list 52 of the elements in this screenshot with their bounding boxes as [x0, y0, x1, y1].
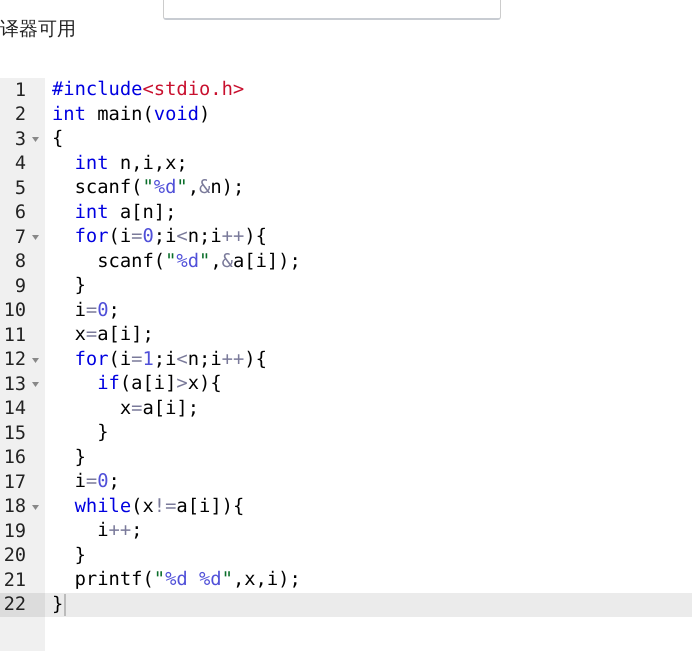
code-line: i++;	[96, 519, 142, 544]
code-line: while(x!=a[i]){	[74, 494, 244, 519]
fold-caret-icon[interactable]	[32, 504, 39, 510]
code-line: }	[52, 592, 64, 617]
line-number: 11	[2, 324, 26, 346]
line-number: 10	[2, 300, 26, 322]
code-line: scanf("%d",&n);	[74, 176, 244, 200]
line-number: 3	[14, 128, 26, 150]
code-line: int n,i,x;	[74, 152, 188, 176]
line-number: 4	[14, 153, 26, 174]
code-line: printf("%d %d",x,i);	[74, 568, 301, 592]
code-line: if(a[i]>x){	[96, 372, 222, 396]
fold-caret-icon[interactable]	[32, 137, 39, 142]
code-line: #include<stdio.h>	[52, 78, 244, 102]
line-number: 1	[14, 80, 26, 101]
code-line: i=0;	[74, 298, 120, 323]
line-number: 12	[2, 349, 26, 370]
code-line: {	[52, 127, 64, 152]
line-number: 7	[14, 226, 26, 248]
line-number: 21	[2, 570, 26, 591]
code-line: x=a[i];	[118, 396, 200, 421]
line-number: 19	[2, 520, 26, 542]
line-number: 9	[14, 276, 26, 297]
compiler-note: 译器可用	[0, 17, 76, 42]
code-line: for(i=0;i<n;i++){	[74, 225, 267, 250]
line-number: 14	[2, 398, 26, 420]
code-line: }	[74, 274, 86, 298]
fold-caret-icon[interactable]	[32, 235, 39, 240]
code-editor[interactable]	[0, 78, 692, 651]
code-line: int a[n];	[74, 200, 176, 225]
code-line: scanf("%d",&a[i]);	[96, 250, 301, 274]
line-number: 8	[14, 251, 26, 272]
line-number: 5	[14, 178, 26, 199]
code-line: }	[74, 446, 86, 470]
line-number: 16	[2, 447, 26, 468]
code-line: for(i=1;i<n;i++){	[74, 348, 267, 372]
line-number: 13	[2, 374, 26, 395]
code-line: int main(void)	[52, 102, 210, 127]
text-cursor	[64, 594, 66, 616]
line-number: 22	[2, 594, 26, 616]
line-number: 6	[14, 202, 26, 224]
line-number: 17	[2, 472, 26, 493]
line-number: 18	[2, 496, 26, 518]
line-number: 15	[2, 422, 26, 444]
fold-caret-icon[interactable]	[32, 382, 39, 387]
code-line: i=0;	[74, 470, 120, 494]
code-line: }	[96, 421, 109, 446]
fold-caret-icon[interactable]	[32, 358, 39, 362]
code-line: x=a[i];	[74, 323, 154, 348]
code-line: }	[74, 544, 86, 568]
line-number: 2	[14, 104, 26, 126]
line-number: 20	[2, 545, 26, 566]
